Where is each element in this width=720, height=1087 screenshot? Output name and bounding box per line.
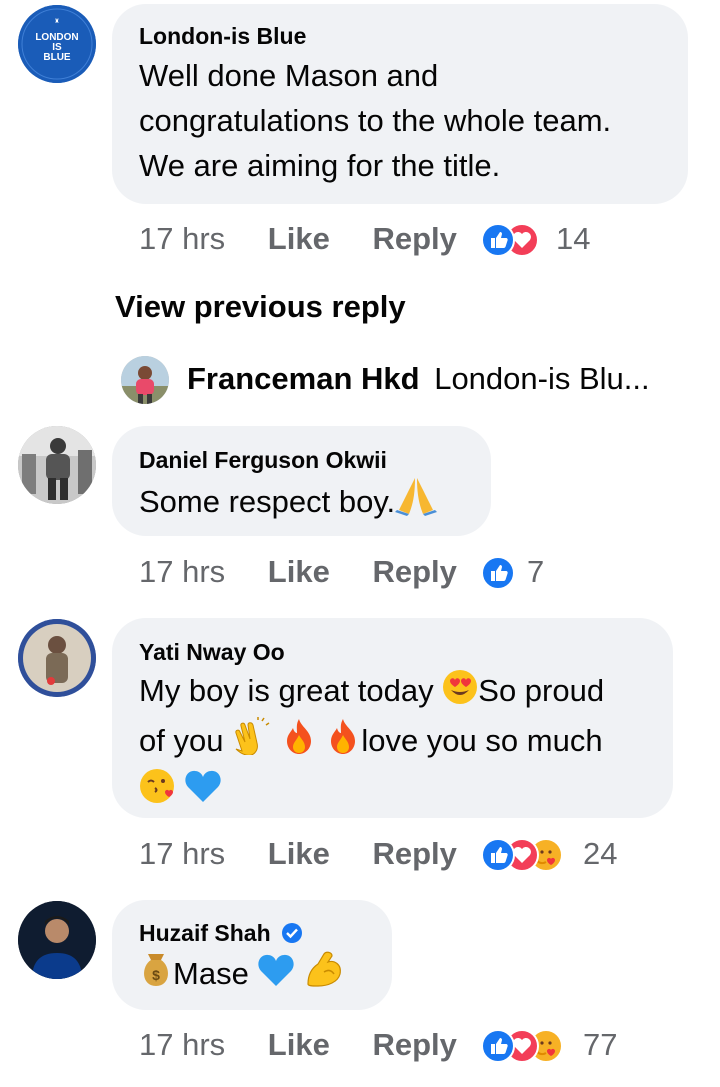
reaction-summary[interactable]: 24 bbox=[481, 836, 631, 872]
comment-meta: 17 hrs Like Reply bbox=[139, 836, 457, 872]
clapping-hands-emoji bbox=[232, 717, 272, 767]
comment-time[interactable]: 17 hrs bbox=[139, 554, 225, 589]
flexed-biceps-emoji bbox=[304, 950, 344, 1000]
comment-line: of you love you so much bbox=[139, 717, 604, 767]
reaction-summary[interactable]: 77 bbox=[481, 1027, 631, 1063]
avatar-franceman-hkd[interactable] bbox=[121, 356, 169, 404]
comment-text: Some respect boy. bbox=[139, 476, 438, 528]
like-icon bbox=[481, 223, 515, 257]
reaction-count: 24 bbox=[583, 836, 618, 871]
comment-time[interactable]: 17 hrs bbox=[139, 836, 225, 871]
folded-hands-emoji bbox=[395, 476, 438, 528]
comment-author[interactable]: Huzaif Shah bbox=[139, 920, 271, 946]
svg-text:$: $ bbox=[152, 967, 160, 983]
comment-meta: 17 hrs Like Reply bbox=[139, 554, 457, 590]
comment-author[interactable]: Daniel Ferguson Okwii bbox=[139, 447, 387, 474]
avatar-london-is-blue[interactable]: ♜ LONDON IS BLUE bbox=[18, 5, 96, 83]
fire-emoji bbox=[325, 717, 361, 767]
like-button[interactable]: Like bbox=[268, 554, 330, 589]
avatar-photo bbox=[18, 426, 96, 504]
fire-emoji bbox=[281, 717, 317, 767]
face-blowing-kiss-emoji bbox=[139, 768, 175, 816]
like-icon bbox=[481, 838, 515, 872]
reply-button[interactable]: Reply bbox=[372, 221, 456, 256]
avatar-photo bbox=[18, 901, 96, 979]
avatar-huzaif-shah[interactable] bbox=[18, 901, 96, 979]
comment-meta: 17 hrs Like Reply bbox=[139, 1027, 457, 1063]
comment-line bbox=[139, 767, 604, 816]
like-button[interactable]: Like bbox=[268, 1027, 330, 1062]
comment-line-text: So proud bbox=[478, 673, 605, 708]
reaction-summary[interactable]: 7 bbox=[481, 554, 561, 590]
comment-author[interactable]: Yati Nway Oo bbox=[139, 639, 285, 666]
comment-line: congratulations to the whole team. bbox=[139, 103, 612, 138]
comment-text: Well done Mason and congratulations to t… bbox=[139, 53, 611, 188]
reply-button[interactable]: Reply bbox=[372, 1027, 456, 1062]
comment-time[interactable]: 17 hrs bbox=[139, 1027, 225, 1062]
comment-meta: 17 hrs Like Reply bbox=[139, 221, 457, 257]
avatar-daniel-ferguson-okwii[interactable] bbox=[18, 426, 96, 504]
like-button[interactable]: Like bbox=[268, 836, 330, 871]
comment-line: Well done Mason and bbox=[139, 58, 439, 93]
money-bag-emoji: $ bbox=[139, 952, 173, 1000]
view-previous-reply-link[interactable]: View previous reply bbox=[115, 289, 406, 325]
blue-heart-emoji bbox=[184, 768, 222, 816]
avatar-photo bbox=[18, 619, 96, 697]
author-row: Huzaif Shah bbox=[139, 920, 303, 949]
verified-badge-icon bbox=[281, 922, 303, 949]
heart-eyes-emoji bbox=[442, 669, 478, 717]
reaction-count: 14 bbox=[556, 221, 591, 256]
comment-time[interactable]: 17 hrs bbox=[139, 221, 225, 256]
like-button[interactable]: Like bbox=[268, 221, 330, 256]
comment-text: $ Mase bbox=[139, 950, 344, 1000]
blue-heart-emoji bbox=[257, 952, 295, 1000]
comment-line-text: Mase bbox=[173, 956, 249, 991]
avatar-photo bbox=[121, 356, 169, 404]
reply-preview[interactable]: Franceman Hkd London-is Blu... bbox=[187, 361, 650, 397]
comment-line-text: My boy is great today bbox=[139, 673, 434, 708]
reply-button[interactable]: Reply bbox=[372, 554, 456, 589]
comment-author[interactable]: London-is Blue bbox=[139, 23, 306, 50]
comment-line-text: love you so much bbox=[361, 723, 603, 758]
comment-line: $ Mase bbox=[139, 950, 344, 1000]
like-icon bbox=[481, 556, 515, 590]
reply-preview-author: Franceman Hkd bbox=[187, 361, 420, 396]
reaction-count: 7 bbox=[527, 554, 545, 589]
reaction-summary[interactable]: 14 bbox=[481, 221, 601, 257]
like-icon bbox=[481, 1029, 515, 1063]
comment-line-text: Some respect boy. bbox=[139, 484, 396, 519]
comment-text: My boy is great today So proud of you lo… bbox=[139, 668, 604, 816]
reaction-count: 77 bbox=[583, 1027, 618, 1062]
comment-line-text: of you bbox=[139, 723, 224, 758]
comment-line: We are aiming for the title. bbox=[139, 148, 501, 183]
svg-text:♜: ♜ bbox=[54, 18, 59, 25]
reply-button[interactable]: Reply bbox=[372, 836, 456, 871]
avatar-text-3: BLUE bbox=[43, 52, 71, 63]
comment-line: Some respect boy. bbox=[139, 476, 438, 528]
avatar-yati-nway-oo[interactable] bbox=[18, 619, 96, 697]
comment-line: My boy is great today So proud bbox=[139, 668, 604, 717]
reply-preview-text: London-is Blu... bbox=[434, 361, 650, 396]
